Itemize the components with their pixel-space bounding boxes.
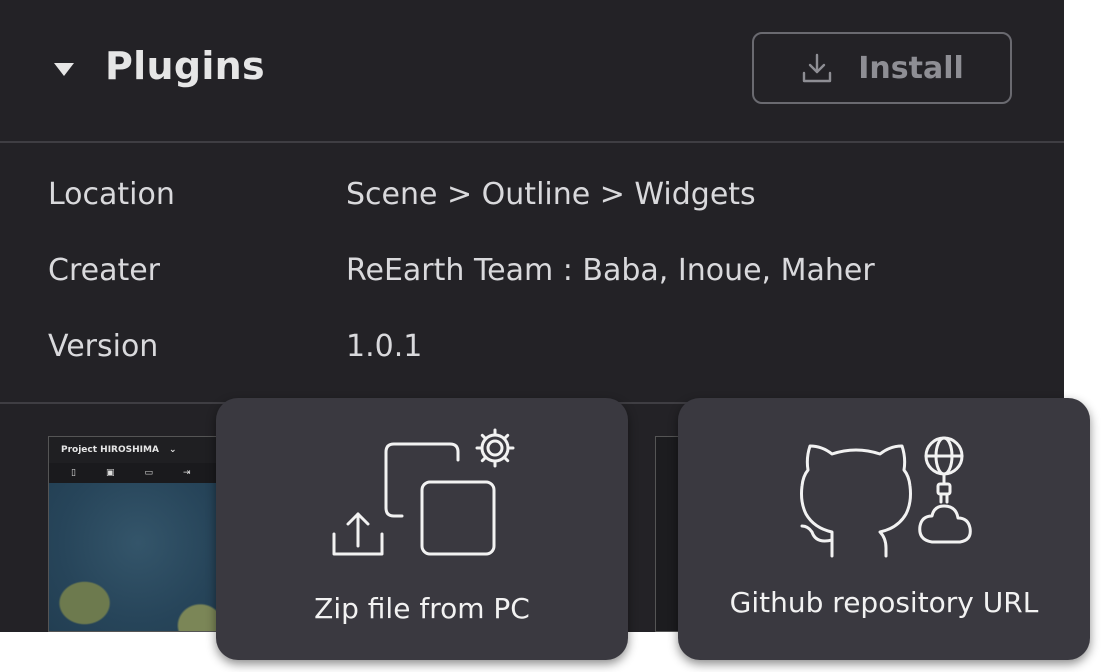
chevron-down-icon: ⌄ (168, 445, 177, 455)
github-plugin-icon (800, 436, 972, 558)
upload-plugin-icon (332, 428, 515, 556)
info-value: Scene > Outline > Widgets (346, 177, 756, 212)
zip-option-label: Zip file from PC (314, 592, 530, 625)
info-value: ReEarth Team : Baba, Inoue, Maher (346, 253, 875, 288)
github-option-label: Github repository URL (729, 586, 1039, 619)
collapse-caret-icon[interactable] (54, 63, 74, 76)
info-row-version: Version 1.0.1 (0, 329, 1064, 389)
info-row-creater: Creater ReEarth Team : Baba, Inoue, Mahe… (0, 253, 1064, 313)
info-row-location: Location Scene > Outline > Widgets (0, 177, 1064, 237)
map-view (49, 483, 227, 631)
install-label: Install (858, 50, 964, 86)
preview-thumbnail: Project HIROSHIMA ⌄ ▯ ▣ ▭ ⇥ (48, 436, 228, 632)
thumbnail-project-title: Project HIROSHIMA (61, 445, 159, 455)
folder-icon: ▭ (144, 468, 153, 478)
thumbnail-toolbar: ▯ ▣ ▭ ⇥ (49, 463, 227, 483)
download-icon (803, 53, 832, 83)
info-label: Creater (48, 253, 161, 288)
info-label: Location (48, 177, 175, 212)
file-icon: ▯ (71, 468, 76, 478)
thumbnail-titlebar: Project HIROSHIMA ⌄ (49, 437, 227, 463)
import-icon: ⇥ (182, 468, 191, 478)
plugin-header: Plugins Install (0, 0, 1064, 143)
image-icon: ▣ (105, 468, 115, 478)
info-label: Version (48, 329, 159, 364)
page-title: Plugins (105, 44, 265, 88)
github-url-option[interactable]: Github repository URL (678, 398, 1090, 660)
info-value: 1.0.1 (346, 329, 423, 364)
zip-file-option[interactable]: Zip file from PC (216, 398, 628, 660)
install-button[interactable]: Install (752, 32, 1012, 104)
